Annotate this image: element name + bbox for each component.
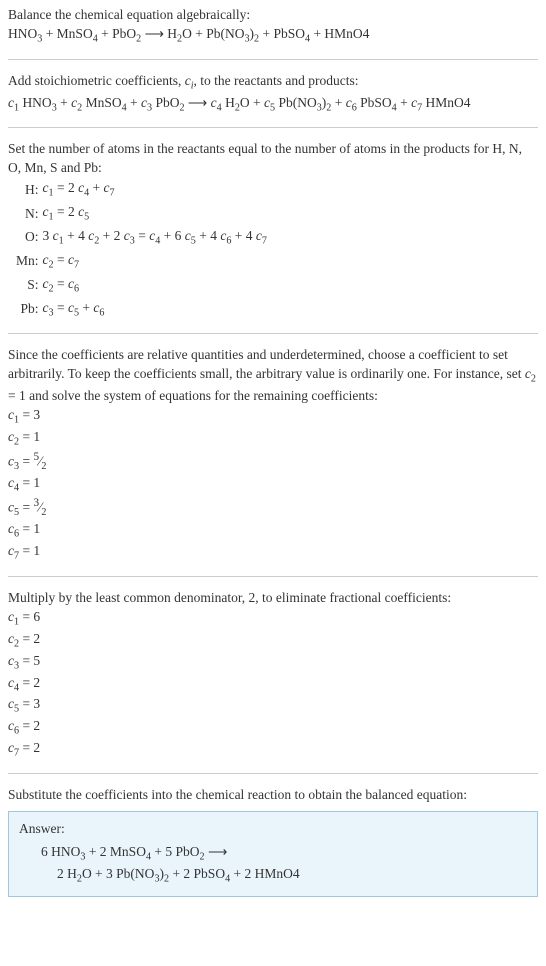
divider — [8, 127, 538, 128]
coeff-line: c2 = 2 — [8, 630, 538, 652]
atoms-element: S: — [14, 274, 41, 298]
intro-line: Balance the chemical equation algebraica… — [8, 6, 538, 25]
atoms-equation: 3 c1 + 4 c2 + 2 c3 = c4 + 6 c5 + 4 c6 + … — [41, 226, 271, 250]
atoms-equation: c2 = c6 — [41, 274, 271, 298]
atoms-equation: c1 = 2 c5 — [41, 202, 271, 226]
atoms-element: O: — [14, 226, 41, 250]
atoms-row: S:c2 = c6 — [14, 274, 271, 298]
coeff-line: c2 = 1 — [8, 428, 538, 450]
coeff-line: c6 = 1 — [8, 520, 538, 542]
atoms-intro: Set the number of atoms in the reactants… — [8, 140, 538, 178]
divider — [8, 59, 538, 60]
atoms-element: H: — [14, 178, 41, 202]
solve-section: Since the coefficients are relative quan… — [8, 346, 538, 564]
atoms-equation: c2 = c7 — [41, 250, 271, 274]
answer-box: Answer: 6 HNO3 + 2 MnSO4 + 5 PbO2 ⟶ 2 H2… — [8, 811, 538, 898]
atoms-row: Mn:c2 = c7 — [14, 250, 271, 274]
atoms-equation: c3 = c5 + c6 — [41, 298, 271, 322]
divider — [8, 333, 538, 334]
coeff-line: c5 = 3 — [8, 695, 538, 717]
coeff-line: c5 = 3⁄2 — [8, 496, 538, 520]
final-section: Substitute the coefficients into the che… — [8, 786, 538, 898]
stoich-equation: c1 HNO3 + c2 MnSO4 + c3 PbO2 ⟶ c4 H2O + … — [8, 94, 538, 116]
coeff-line: c4 = 2 — [8, 674, 538, 696]
coeff-line: c4 = 1 — [8, 474, 538, 496]
lcd-intro: Multiply by the least common denominator… — [8, 589, 538, 608]
divider — [8, 773, 538, 774]
intro-section: Balance the chemical equation algebraica… — [8, 6, 538, 47]
answer-line1: 6 HNO3 + 2 MnSO4 + 5 PbO2 ⟶ — [41, 843, 527, 865]
answer-label: Answer: — [19, 820, 527, 839]
solve-intro: Since the coefficients are relative quan… — [8, 346, 538, 406]
atoms-row: H:c1 = 2 c4 + c7 — [14, 178, 271, 202]
atoms-row: O:3 c1 + 4 c2 + 2 c3 = c4 + 6 c5 + 4 c6 … — [14, 226, 271, 250]
atoms-element: Mn: — [14, 250, 41, 274]
coeff-line: c3 = 5⁄2 — [8, 450, 538, 474]
final-intro: Substitute the coefficients into the che… — [8, 786, 538, 805]
coeff-line: c3 = 5 — [8, 652, 538, 674]
coeff-line: c1 = 6 — [8, 608, 538, 630]
lcd-coeffs: c1 = 6c2 = 2c3 = 5c4 = 2c5 = 3c6 = 2c7 =… — [8, 608, 538, 761]
atoms-row: N:c1 = 2 c5 — [14, 202, 271, 226]
atoms-row: Pb:c3 = c5 + c6 — [14, 298, 271, 322]
lcd-section: Multiply by the least common denominator… — [8, 589, 538, 761]
atoms-section: Set the number of atoms in the reactants… — [8, 140, 538, 321]
atoms-equation: c1 = 2 c4 + c7 — [41, 178, 271, 202]
intro-equation: HNO3 + MnSO4 + PbO2 ⟶ H2O + Pb(NO3)2 + P… — [8, 25, 538, 47]
answer-line2: 2 H2O + 3 Pb(NO3)2 + 2 PbSO4 + 2 HMnO4 — [57, 865, 527, 887]
atoms-table: H:c1 = 2 c4 + c7N:c1 = 2 c5O:3 c1 + 4 c2… — [14, 178, 271, 321]
coeff-line: c6 = 2 — [8, 717, 538, 739]
atoms-element: N: — [14, 202, 41, 226]
atoms-element: Pb: — [14, 298, 41, 322]
divider — [8, 576, 538, 577]
coeff-line: c7 = 1 — [8, 542, 538, 564]
stoich-intro: Add stoichiometric coefficients, ci, to … — [8, 72, 538, 94]
coeff-line: c7 = 2 — [8, 739, 538, 761]
solve-coeffs: c1 = 3c2 = 1c3 = 5⁄2c4 = 1c5 = 3⁄2c6 = 1… — [8, 406, 538, 564]
coeff-line: c1 = 3 — [8, 406, 538, 428]
stoich-section: Add stoichiometric coefficients, ci, to … — [8, 72, 538, 116]
